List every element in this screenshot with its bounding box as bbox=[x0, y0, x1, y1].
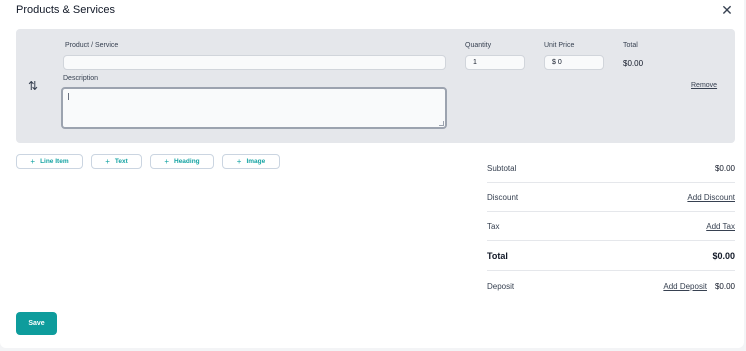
add-text-button[interactable]: + Text bbox=[91, 154, 142, 169]
total-row: Total $0.00 bbox=[487, 241, 735, 271]
deposit-value: $0.00 bbox=[714, 281, 735, 291]
add-image-label: Image bbox=[246, 158, 266, 165]
discount-row: Discount Add Discount bbox=[487, 183, 735, 212]
add-heading-label: Heading bbox=[174, 158, 200, 165]
deposit-label: Deposit bbox=[487, 281, 515, 291]
reorder-arrows-icon[interactable]: ⇅ bbox=[28, 79, 42, 93]
description-textarea[interactable] bbox=[61, 87, 447, 129]
add-line-item-label: Line Item bbox=[40, 158, 69, 165]
add-tax-link[interactable]: Add Tax bbox=[706, 222, 735, 231]
subtotal-label: Subtotal bbox=[487, 163, 517, 173]
total-label: Total bbox=[623, 42, 638, 49]
line-total-value: $0.00 bbox=[623, 59, 644, 68]
deposit-actions: Add Deposit $0.00 bbox=[663, 282, 735, 291]
total-value: $0.00 bbox=[712, 250, 735, 261]
unit-price-label: Unit Price bbox=[544, 42, 575, 49]
unit-price-input[interactable]: $ 0 bbox=[544, 55, 604, 70]
remove-link[interactable]: Remove bbox=[691, 82, 717, 89]
add-image-button[interactable]: + Image bbox=[222, 154, 280, 169]
add-deposit-link[interactable]: Add Deposit bbox=[663, 282, 707, 291]
plus-icon: + bbox=[236, 157, 242, 166]
products-services-modal: Products & Services ✕ ⇅ Product / Servic… bbox=[0, 0, 744, 348]
line-item-panel: ⇅ Product / Service Quantity 1 Unit Pric… bbox=[16, 29, 735, 143]
text-caret bbox=[68, 93, 69, 100]
discount-label: Discount bbox=[487, 192, 519, 202]
plus-icon: + bbox=[105, 157, 110, 166]
tax-row: Tax Add Tax bbox=[487, 212, 735, 241]
add-discount-link[interactable]: Add Discount bbox=[687, 193, 735, 202]
close-icon[interactable]: ✕ bbox=[718, 2, 736, 18]
subtotal-value: $0.00 bbox=[714, 163, 735, 173]
quantity-label: Quantity bbox=[465, 42, 492, 49]
subtotal-row: Subtotal $0.00 bbox=[487, 154, 735, 183]
modal-title: Products & Services bbox=[16, 4, 116, 16]
description-label: Description bbox=[63, 75, 99, 82]
total-label: Total bbox=[487, 250, 508, 261]
tax-label: Tax bbox=[487, 221, 500, 231]
quantity-input[interactable]: 1 bbox=[465, 55, 525, 70]
add-heading-button[interactable]: + Heading bbox=[150, 154, 214, 169]
deposit-row: Deposit Add Deposit $0.00 bbox=[487, 272, 735, 300]
product-service-label: Product / Service bbox=[65, 42, 119, 49]
product-service-input[interactable] bbox=[63, 55, 446, 70]
add-line-item-button[interactable]: + Line Item bbox=[16, 154, 83, 169]
add-text-label: Text bbox=[114, 158, 128, 165]
save-button[interactable]: Save bbox=[16, 312, 57, 335]
resize-handle-icon[interactable] bbox=[439, 121, 444, 126]
plus-icon: + bbox=[164, 157, 169, 166]
plus-icon: + bbox=[30, 157, 36, 166]
